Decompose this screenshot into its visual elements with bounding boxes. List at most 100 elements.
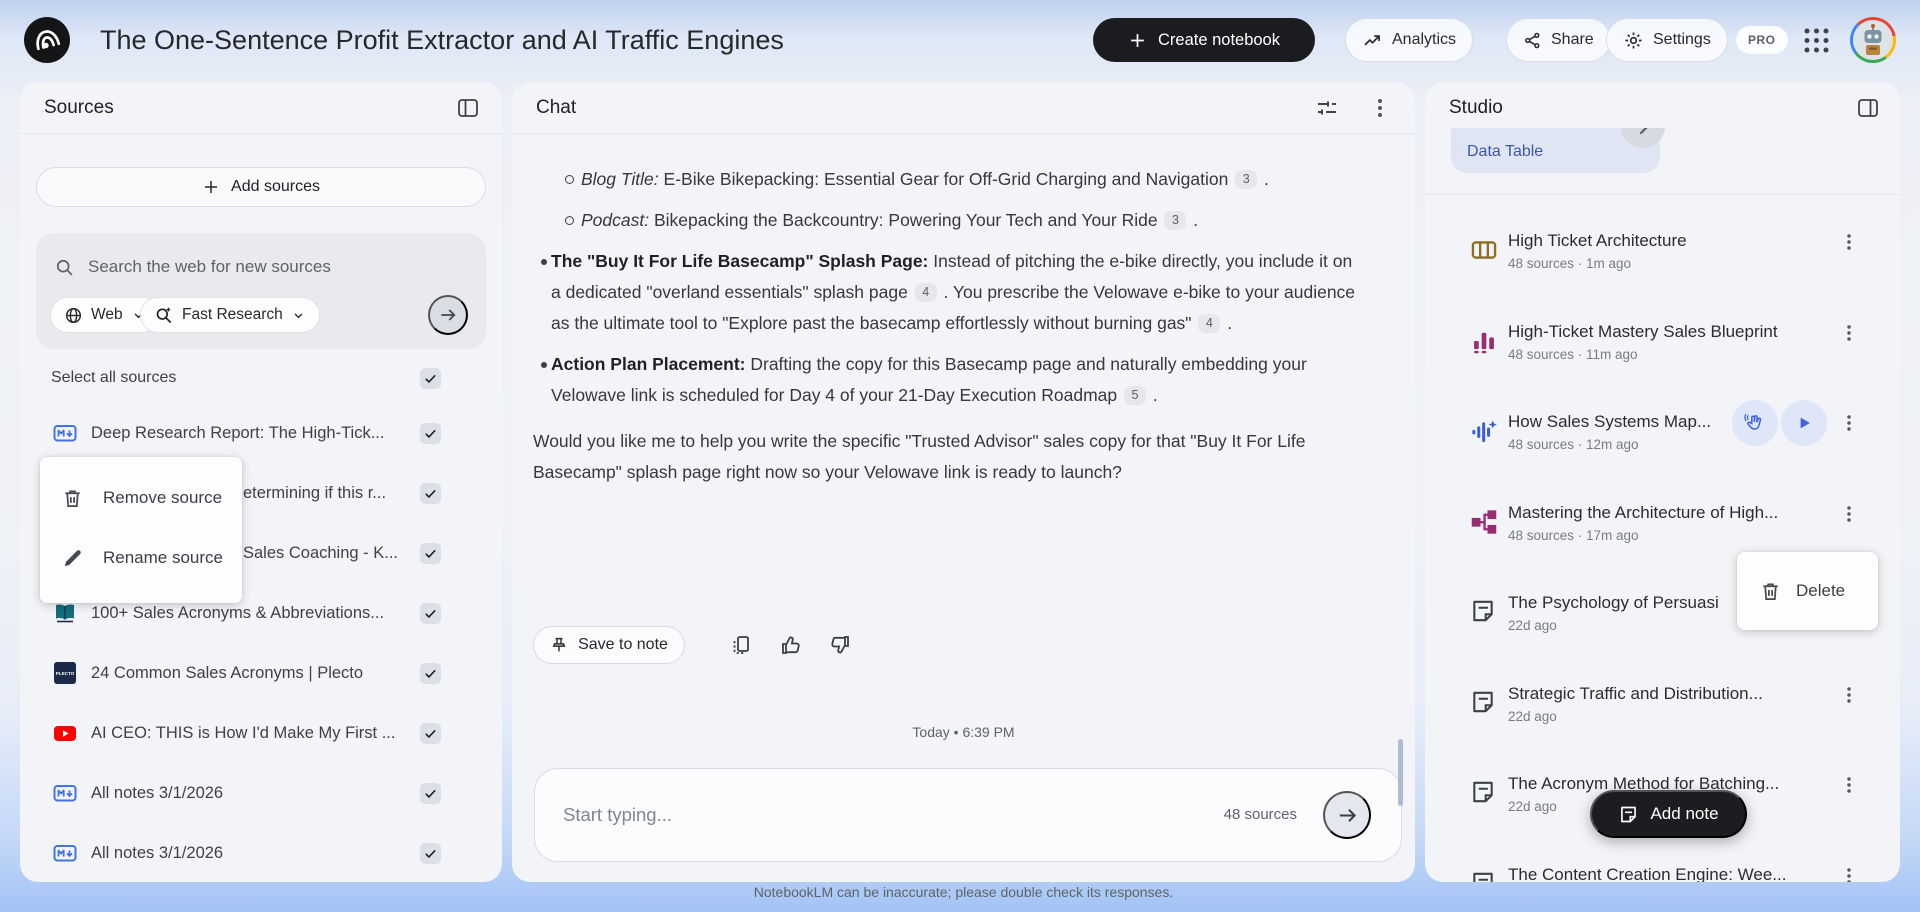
globe-icon — [64, 306, 83, 325]
source-checkbox[interactable] — [420, 782, 441, 804]
studio-item-row[interactable]: The Content Creation Engine: Wee... — [1425, 865, 1900, 882]
note-icon — [1470, 689, 1498, 717]
markdown-doc-icon — [53, 841, 77, 865]
source-checkbox[interactable] — [420, 482, 441, 504]
more-options-icon[interactable] — [1838, 774, 1862, 798]
source-row[interactable]: AI CEO: THIS is How I'd Make My First ..… — [53, 717, 441, 749]
search-input[interactable]: Search the web for new sources — [54, 246, 331, 288]
citation-badge[interactable]: 3 — [1235, 170, 1258, 189]
search-submit-button[interactable] — [428, 295, 468, 335]
rename-source-menu-item[interactable]: Rename source — [40, 528, 242, 588]
source-row[interactable]: All notes 3/1/2026 — [53, 777, 441, 809]
more-options-icon[interactable] — [1838, 412, 1862, 436]
play-button[interactable] — [1781, 400, 1827, 446]
chat-header: Chat — [512, 82, 1415, 134]
source-checkbox[interactable] — [420, 602, 441, 624]
send-button[interactable] — [1323, 791, 1371, 839]
source-title: etermining if this r... — [243, 483, 387, 502]
studio-item-row[interactable]: How Sales Systems Map... 48 sources · 12m… — [1425, 400, 1900, 462]
apps-grid-icon[interactable] — [1801, 25, 1832, 56]
collapse-panel-icon[interactable] — [456, 96, 480, 120]
note-icon — [1470, 598, 1498, 626]
research-mode-dropdown[interactable]: Fast Research — [140, 297, 320, 333]
add-note-button[interactable]: Add note — [1590, 790, 1747, 838]
flashcards-icon — [1470, 236, 1498, 264]
source-row[interactable]: PLECTO 24 Common Sales Acronyms | Plecto — [53, 657, 441, 689]
studio-item-title: Mastering the Architecture of High... — [1508, 503, 1779, 522]
studio-item-meta: 22d ago — [1508, 618, 1557, 633]
note-icon — [1470, 779, 1498, 807]
note-icon — [1470, 870, 1498, 882]
settings-button[interactable]: Settings — [1606, 18, 1728, 62]
chevron-down-icon — [291, 308, 306, 323]
chat-panel-title: Chat — [536, 97, 577, 118]
sources-panel: Sources Add sources Search the web for n… — [20, 82, 502, 882]
copy-icon[interactable] — [729, 633, 753, 657]
citation-badge[interactable]: 5 — [1124, 386, 1146, 405]
web-search-card: Search the web for new sources Web Fast … — [36, 233, 486, 349]
interactive-mode-button[interactable] — [1732, 400, 1778, 446]
source-title: 24 Common Sales Acronyms | Plecto — [91, 663, 364, 682]
plus-icon — [1128, 31, 1147, 50]
create-notebook-button[interactable]: Create notebook — [1093, 18, 1315, 62]
arrow-right-icon — [438, 305, 458, 325]
divider — [1425, 194, 1900, 195]
share-button[interactable]: Share — [1506, 18, 1611, 62]
youtube-icon — [53, 721, 77, 745]
expand-panel-icon[interactable] — [1856, 96, 1880, 120]
thumbs-down-icon[interactable] — [828, 633, 852, 657]
source-checkbox[interactable] — [420, 842, 441, 864]
source-row[interactable]: All notes 3/1/2026 — [53, 837, 441, 869]
chat-settings-icon[interactable] — [1315, 96, 1339, 120]
sources-panel-title: Sources — [44, 97, 114, 118]
more-options-icon[interactable] — [1838, 322, 1862, 346]
source-row[interactable]: Deep Research Report: The High-Tick... — [53, 417, 441, 449]
studio-item-row[interactable]: Strategic Traffic and Distribution... 22d… — [1425, 684, 1900, 734]
save-to-note-button[interactable]: Save to note — [533, 626, 685, 664]
svg-text:PLECTO: PLECTO — [56, 671, 75, 676]
assistant-message: Blog Title: E-Bike Bikepacking: Essentia… — [533, 164, 1363, 498]
add-sources-button[interactable]: Add sources — [36, 167, 486, 207]
studio-item-meta: 22d ago — [1508, 799, 1557, 814]
studio-panel: Studio Data Table High Ticket Architectu… — [1425, 82, 1900, 882]
studio-item-title: High-Ticket Mastery Sales Blueprint — [1508, 322, 1778, 341]
share-icon — [1523, 31, 1542, 50]
markdown-doc-icon — [53, 421, 77, 445]
chat-more-icon[interactable] — [1368, 96, 1392, 120]
studio-content: Data Table High Ticket Architecture 48 so… — [1425, 128, 1900, 882]
studio-item-title: The Content Creation Engine: Wee... — [1508, 865, 1787, 882]
chat-scrollbar[interactable] — [1398, 739, 1403, 806]
message-paragraph: Would you like me to help you write the … — [533, 431, 1306, 482]
more-options-icon[interactable] — [1838, 865, 1862, 882]
more-options-icon[interactable] — [1838, 684, 1862, 708]
trash-icon — [1759, 580, 1782, 603]
studio-item-row[interactable]: High Ticket Architecture 48 sources · 1m … — [1425, 231, 1900, 281]
thumbs-up-icon[interactable] — [779, 633, 803, 657]
source-checkbox[interactable] — [420, 542, 441, 564]
citation-badge[interactable]: 4 — [1198, 314, 1221, 333]
chat-input-box[interactable]: Start typing... 48 sources — [534, 768, 1402, 862]
citation-badge[interactable]: 3 — [1164, 211, 1187, 230]
select-all-checkbox[interactable] — [420, 367, 441, 389]
studio-item-row[interactable]: Mastering the Architecture of High... 48 … — [1425, 503, 1900, 553]
source-checkbox[interactable] — [420, 722, 441, 744]
remove-source-menu-item[interactable]: Remove source — [40, 468, 242, 528]
more-options-icon[interactable] — [1838, 231, 1862, 255]
source-checkbox[interactable] — [420, 422, 441, 444]
note-icon — [1618, 804, 1639, 825]
delete-menu-item[interactable]: Delete — [1737, 552, 1878, 630]
citation-badge[interactable]: 4 — [914, 283, 937, 302]
user-avatar[interactable] — [1850, 17, 1896, 63]
studio-item-row[interactable]: High-Ticket Mastery Sales Blueprint 48 so… — [1425, 322, 1900, 372]
message-bullet: Podcast: Bikepacking the Backcountry: Po… — [533, 205, 1363, 236]
more-options-icon[interactable] — [1838, 503, 1862, 527]
notebooklm-logo-icon[interactable] — [24, 17, 70, 63]
plecto-icon: PLECTO — [53, 661, 77, 685]
studio-item-title: The Psychology of Persuasi — [1508, 593, 1719, 612]
select-all-label: Select all sources — [51, 369, 177, 386]
mindmap-icon — [1470, 508, 1498, 536]
trash-icon — [61, 487, 84, 510]
source-checkbox[interactable] — [420, 662, 441, 684]
barchart-icon — [1470, 327, 1498, 355]
analytics-button[interactable]: Analytics — [1345, 18, 1474, 62]
